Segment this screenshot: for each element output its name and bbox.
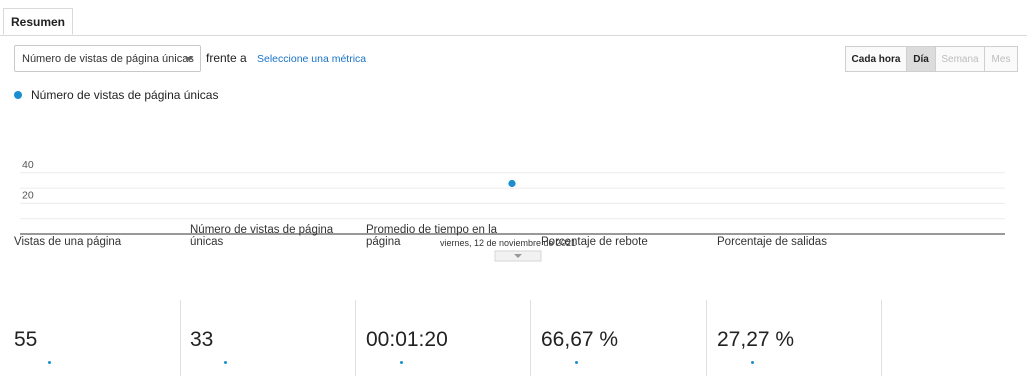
month-button[interactable]: Mes <box>984 46 1018 72</box>
tab-resumen[interactable]: Resumen <box>3 8 73 35</box>
metric-select-value: Número de vistas de página únicas <box>22 52 194 65</box>
metric-label: Vistas de una página <box>14 236 122 248</box>
metric-value: 27,27 % <box>717 328 795 351</box>
sparkline-point <box>575 361 578 364</box>
tab-divider <box>0 35 1027 36</box>
metric-label: Porcentaje de rebote <box>541 236 648 248</box>
metric-divider <box>530 300 531 376</box>
granularity-buttons: Cada hora Día Semana Mes <box>845 46 1018 72</box>
metric-label: Promedio de tiempo en la página <box>366 224 498 248</box>
sparkline-point <box>48 361 51 364</box>
chevron-down-icon <box>185 57 193 61</box>
metric-value: 66,67 % <box>541 328 619 351</box>
metric-label: Número de vistas de página únicas <box>190 224 334 248</box>
y-tick-label: 40 <box>22 159 34 171</box>
hourly-button[interactable]: Cada hora <box>845 46 907 72</box>
select-metric-link[interactable]: Seleccione una métrica <box>257 53 366 65</box>
tab-bar: Resumen <box>0 0 1027 36</box>
metric-select[interactable]: Número de vistas de página únicas <box>14 45 201 72</box>
metric-divider <box>180 300 181 376</box>
legend-marker <box>14 91 22 99</box>
data-point <box>508 179 516 188</box>
metric-divider <box>355 300 356 376</box>
week-button[interactable]: Semana <box>935 46 985 72</box>
legend-series-label: Número de vistas de página únicas <box>31 88 219 102</box>
metric-divider <box>706 300 707 376</box>
metric-value: 33 <box>190 328 214 351</box>
chart-legend: Número de vistas de página únicas <box>14 88 218 102</box>
versus-text: frente a <box>206 51 247 65</box>
sparkline-point <box>751 361 754 364</box>
sparkline-point <box>400 361 403 364</box>
y-tick-label: 20 <box>22 189 34 201</box>
metric-label: Porcentaje de salidas <box>717 236 827 248</box>
metric-value: 00:01:20 <box>366 328 448 351</box>
metric-value: 55 <box>14 328 38 351</box>
day-button[interactable]: Día <box>906 46 936 72</box>
metric-divider <box>881 300 882 376</box>
sparkline-point <box>224 361 227 364</box>
